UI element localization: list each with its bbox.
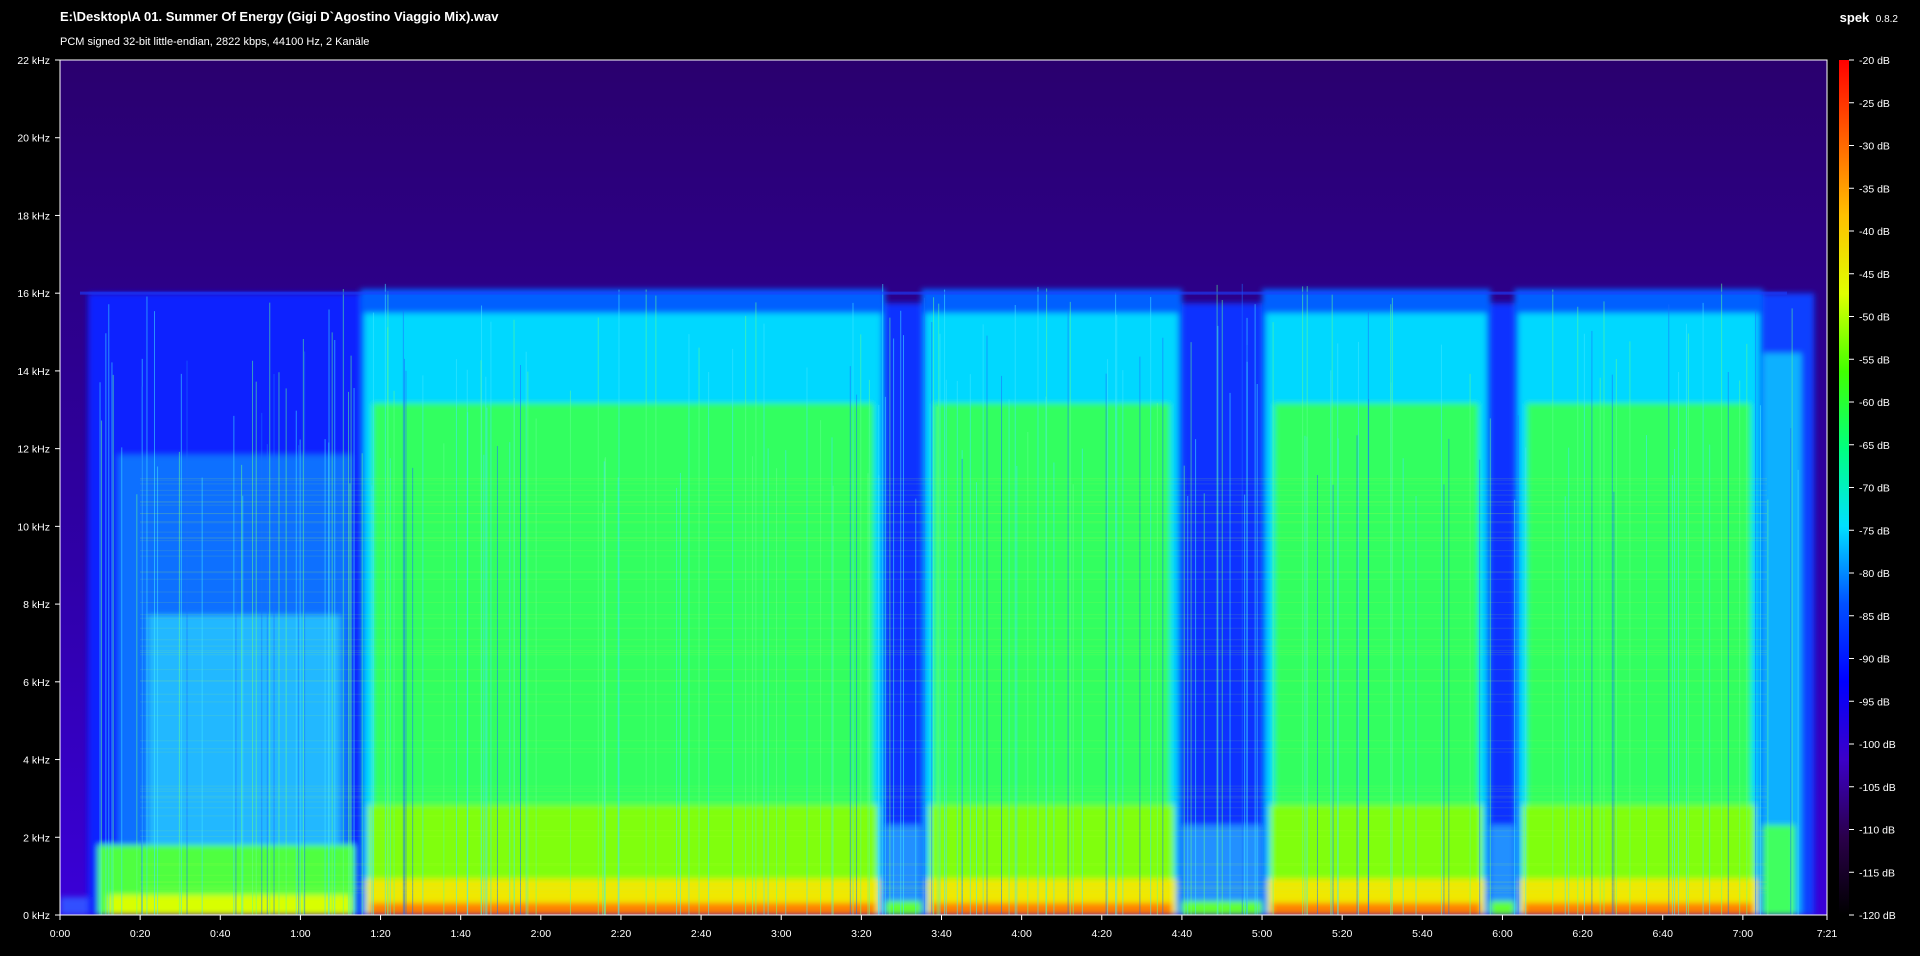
loud-section-sub-bass: [370, 903, 876, 915]
db-tick-label: -80 dB: [1859, 568, 1890, 580]
break-section-band: [1490, 303, 1515, 915]
time-tick-label: 5:40: [1412, 928, 1433, 940]
frequency-tick-label: 10 kHz: [17, 521, 50, 533]
frequency-tick-label: 2 kHz: [23, 832, 50, 844]
db-tick-label: -55 dB: [1859, 354, 1890, 366]
time-tick-label: 3:20: [851, 928, 872, 940]
db-tick-label: -75 dB: [1859, 525, 1890, 537]
db-tick-label: -50 dB: [1859, 312, 1890, 324]
quiet-section-band: [60, 897, 89, 915]
time-tick-label: 5:20: [1332, 928, 1353, 940]
frequency-tick-label: 20 kHz: [17, 133, 50, 145]
time-tick-label: 3:00: [771, 928, 792, 940]
time-tick-label: 5:00: [1252, 928, 1273, 940]
spectrogram-chart: 0 kHz 2 kHz 4 kHz 6 kHz 8 kHz 10 kHz 12 kHz 14 …: [17, 55, 1896, 940]
spectrogram-image: [60, 60, 1827, 915]
db-tick-label: -120 dB: [1859, 910, 1896, 922]
db-tick-label: -20 dB: [1859, 55, 1890, 67]
db-tick-label: -95 dB: [1859, 696, 1890, 708]
frequency-tick-label: 14 kHz: [17, 366, 50, 378]
time-tick-label: 6:40: [1653, 928, 1674, 940]
db-tick-label: -30 dB: [1859, 141, 1890, 153]
time-tick-label: 7:00: [1733, 928, 1754, 940]
frequency-tick-label: 22 kHz: [17, 55, 50, 67]
db-scale-axis: -20 dB -25 dB -30 dB -35 dB -40 dB -45 dB -50 …: [1849, 55, 1896, 922]
frequency-tick-label: 4 kHz: [23, 755, 50, 767]
db-tick-label: -25 dB: [1859, 98, 1890, 110]
db-tick-label: -85 dB: [1859, 611, 1890, 623]
frequency-tick-label: 18 kHz: [17, 210, 50, 222]
time-tick-label: 0:00: [50, 928, 71, 940]
db-tick-label: -110 dB: [1859, 825, 1895, 837]
time-tick-label: 3:40: [931, 928, 952, 940]
db-tick-label: -45 dB: [1859, 269, 1890, 281]
frequency-tick-label: 0 kHz: [23, 910, 50, 922]
loud-section-sub-bass: [931, 903, 1172, 915]
db-tick-label: -70 dB: [1859, 483, 1890, 495]
time-tick-label: 4:20: [1092, 928, 1113, 940]
db-color-scale-bar: [1839, 60, 1849, 915]
time-tick-label: 6:00: [1492, 928, 1513, 940]
time-tick-label: 1:00: [290, 928, 311, 940]
time-tick-label: 0:20: [130, 928, 151, 940]
time-tick-label: 1:40: [450, 928, 471, 940]
db-tick-label: -60 dB: [1859, 397, 1890, 409]
break-section-bass: [1490, 901, 1515, 915]
time-tick-label: 1:20: [370, 928, 391, 940]
time-tick-label: 2:40: [691, 928, 712, 940]
db-tick-label: -90 dB: [1859, 654, 1890, 666]
time-tick-label: 7:21: [1817, 928, 1838, 940]
frequency-tick-label: 8 kHz: [23, 599, 50, 611]
time-tick-label: 0:40: [210, 928, 231, 940]
time-axis: 0:00 0:20 0:40 1:00 1:20 1:40 2:00 2:20 2:40 3:00…: [50, 915, 1838, 940]
db-tick-label: -35 dB: [1859, 183, 1890, 195]
db-tick-label: -115 dB: [1859, 867, 1895, 879]
frequency-tick-label: 12 kHz: [17, 444, 50, 456]
db-tick-label: -65 dB: [1859, 440, 1890, 452]
time-tick-label: 2:00: [531, 928, 552, 940]
frequency-tick-label: 16 kHz: [17, 288, 50, 300]
db-tick-label: -40 dB: [1859, 226, 1890, 238]
frequency-axis: 0 kHz 2 kHz 4 kHz 6 kHz 8 kHz 10 kHz 12 kHz 14 …: [17, 55, 60, 922]
intro-section-low-end: [108, 895, 351, 915]
frequency-tick-label: 6 kHz: [23, 677, 50, 689]
time-tick-label: 2:20: [611, 928, 632, 940]
loud-section-sub-bass: [1524, 903, 1753, 915]
time-tick-label: 6:20: [1572, 928, 1593, 940]
db-tick-label: -105 dB: [1859, 782, 1896, 794]
time-tick-label: 4:40: [1172, 928, 1193, 940]
db-tick-label: -100 dB: [1859, 739, 1896, 751]
time-tick-label: 4:00: [1011, 928, 1032, 940]
